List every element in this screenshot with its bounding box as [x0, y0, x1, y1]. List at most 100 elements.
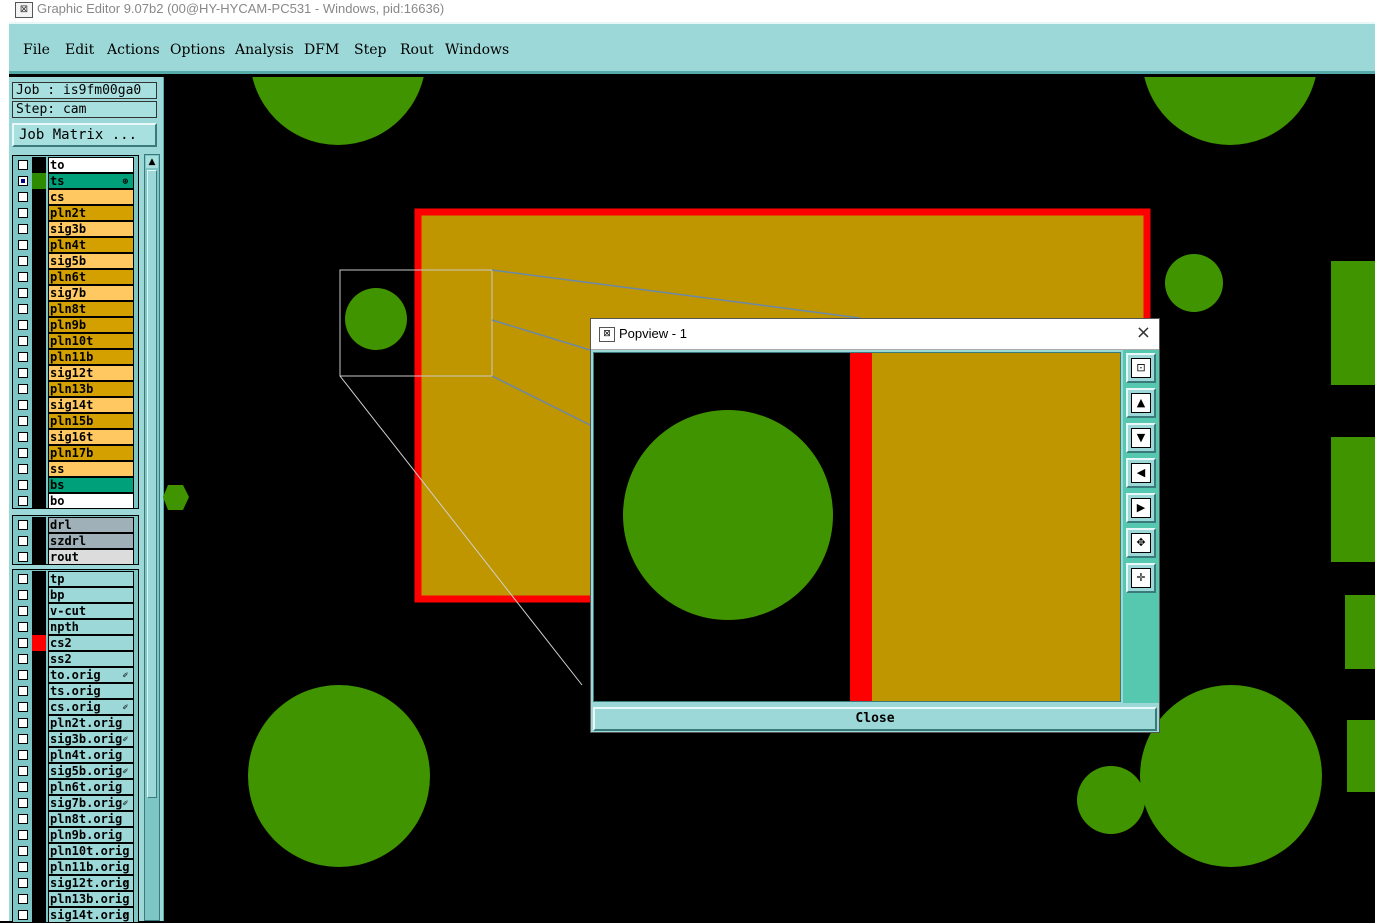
layer-name[interactable]: pln4t [48, 237, 134, 253]
layer-name[interactable]: pln13b.orig [48, 891, 134, 907]
layer-checkbox[interactable] [18, 256, 28, 266]
layer-name[interactable]: v-cut [48, 603, 134, 619]
layer-name[interactable]: tp [48, 571, 134, 587]
layer-name[interactable]: ss [48, 461, 134, 477]
layer-row[interactable]: sig3b.orig ✐ [13, 731, 138, 747]
layer-row[interactable]: pln2t [13, 205, 138, 221]
layer-color-swatch[interactable] [32, 173, 46, 189]
layer-checkbox[interactable] [18, 606, 28, 616]
layer-row[interactable]: sig7b [13, 285, 138, 301]
layer-name[interactable]: bs [48, 477, 134, 493]
layer-checkbox[interactable] [18, 750, 28, 760]
layer-row[interactable]: ss [13, 461, 138, 477]
layer-color-swatch[interactable] [32, 349, 46, 365]
layer-checkbox[interactable] [18, 272, 28, 282]
layer-color-swatch[interactable] [32, 667, 46, 683]
layer-row[interactable]: pln4t [13, 237, 138, 253]
layer-row[interactable]: pln13b.orig [13, 891, 138, 907]
layer-color-swatch[interactable] [32, 381, 46, 397]
layer-name[interactable]: ts ⊕ [48, 173, 134, 189]
layer-color-swatch[interactable] [32, 189, 46, 205]
layer-color-swatch[interactable] [32, 269, 46, 285]
layer-checkbox[interactable] [18, 496, 28, 506]
layer-checkbox[interactable] [18, 384, 28, 394]
layer-row[interactable]: tp [13, 571, 138, 587]
layer-name[interactable]: sig3b.orig ✐ [48, 731, 134, 747]
layer-name[interactable]: sig12t [48, 365, 134, 381]
layer-name[interactable]: pln10t.orig [48, 843, 134, 859]
layer-color-swatch[interactable] [32, 891, 46, 907]
layer-checkbox[interactable] [18, 352, 28, 362]
menu-actions[interactable]: Actions [107, 42, 160, 58]
layer-color-swatch[interactable] [32, 157, 46, 173]
layer-row[interactable]: pln8t [13, 301, 138, 317]
layer-checkbox[interactable] [18, 432, 28, 442]
layer-checkbox[interactable] [18, 638, 28, 648]
layer-checkbox[interactable] [18, 654, 28, 664]
zoom-fit-button[interactable]: ⊡ [1126, 353, 1156, 383]
layer-checkbox[interactable] [18, 448, 28, 458]
layer-checkbox[interactable] [18, 336, 28, 346]
pan-right-button[interactable]: ▶ [1126, 493, 1156, 523]
layer-color-swatch[interactable] [32, 571, 46, 587]
layer-color-swatch[interactable] [32, 317, 46, 333]
close-button[interactable]: Close [593, 707, 1157, 731]
layer-name[interactable]: npth [48, 619, 134, 635]
layer-color-swatch[interactable] [32, 461, 46, 477]
layer-checkbox[interactable] [18, 622, 28, 632]
layer-color-swatch[interactable] [32, 651, 46, 667]
layer-row[interactable]: sig14t [13, 397, 138, 413]
layer-color-swatch[interactable] [32, 493, 46, 509]
layer-checkbox[interactable] [18, 416, 28, 426]
layer-color-swatch[interactable] [32, 301, 46, 317]
layer-row[interactable]: sig16t [13, 429, 138, 445]
layer-row[interactable]: sig3b [13, 221, 138, 237]
layer-name[interactable]: szdrl [48, 533, 134, 549]
layer-color-swatch[interactable] [32, 533, 46, 549]
zoom-in-button[interactable]: ✥ [1126, 528, 1156, 558]
layer-checkbox[interactable] [18, 320, 28, 330]
menu-rout[interactable]: Rout [400, 42, 434, 58]
layer-row[interactable]: bo [13, 493, 138, 509]
layer-row[interactable]: pln10t.orig [13, 843, 138, 859]
layer-row[interactable]: sig12t [13, 365, 138, 381]
layer-row[interactable]: drl [13, 517, 138, 533]
layer-checkbox[interactable] [18, 846, 28, 856]
layer-row[interactable]: pln17b [13, 445, 138, 461]
layer-row[interactable]: pln8t.orig [13, 811, 138, 827]
layer-checkbox[interactable] [18, 798, 28, 808]
layer-name[interactable]: pln9b [48, 317, 134, 333]
layer-name[interactable]: pln11b [48, 349, 134, 365]
layer-name[interactable]: pln8t.orig [48, 811, 134, 827]
layer-color-swatch[interactable] [32, 587, 46, 603]
menu-analysis[interactable]: Analysis [235, 42, 294, 58]
layer-row[interactable]: pln9b [13, 317, 138, 333]
layer-color-swatch[interactable] [32, 763, 46, 779]
layer-name[interactable]: pln2t [48, 205, 134, 221]
layer-color-swatch[interactable] [32, 517, 46, 533]
layer-color-swatch[interactable] [32, 843, 46, 859]
layer-checkbox[interactable] [18, 878, 28, 888]
layer-row[interactable]: to.orig ✐ [13, 667, 138, 683]
layer-checkbox[interactable] [18, 208, 28, 218]
layer-checkbox[interactable] [18, 552, 28, 562]
layer-name[interactable]: sig12t.orig ✐ [48, 875, 134, 891]
layer-name[interactable]: cs2 [48, 635, 134, 651]
layer-color-swatch[interactable] [32, 333, 46, 349]
layer-checkbox[interactable] [18, 160, 28, 170]
layer-row[interactable]: cs2 [13, 635, 138, 651]
layer-name[interactable]: pln9b.orig [48, 827, 134, 843]
job-matrix-button[interactable]: Job Matrix ... [12, 123, 157, 147]
menu-step[interactable]: Step [354, 42, 386, 58]
layer-checkbox[interactable] [18, 224, 28, 234]
layer-color-swatch[interactable] [32, 731, 46, 747]
layer-row[interactable]: pln9b.orig [13, 827, 138, 843]
layer-checkbox[interactable] [18, 240, 28, 250]
layer-name[interactable]: pln10t [48, 333, 134, 349]
layer-row[interactable]: npth [13, 619, 138, 635]
layer-row[interactable]: pln6t.orig [13, 779, 138, 795]
layer-color-swatch[interactable] [32, 365, 46, 381]
layer-name[interactable]: bp [48, 587, 134, 603]
layer-checkbox[interactable] [18, 400, 28, 410]
layer-row[interactable]: pln15b [13, 413, 138, 429]
